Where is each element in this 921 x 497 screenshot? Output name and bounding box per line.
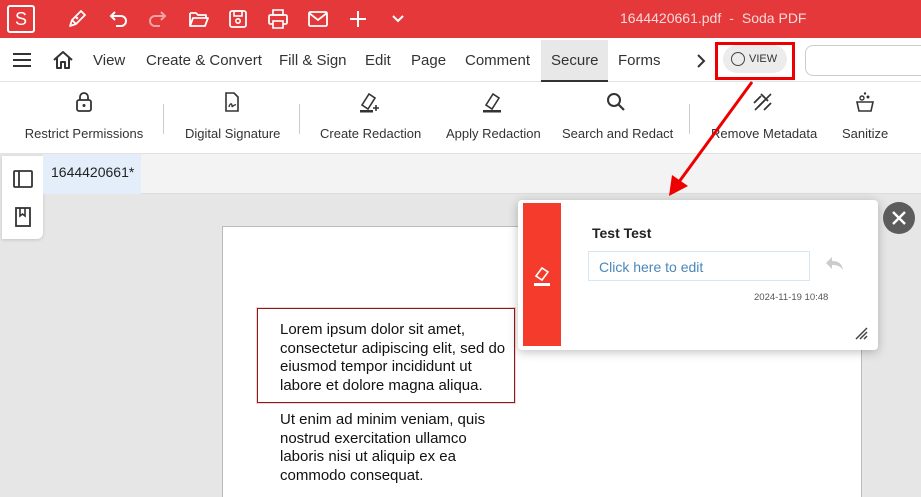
create-redaction-label: Create Redaction (320, 126, 422, 141)
comment-edit-field[interactable]: Click here to edit (588, 251, 810, 281)
menu-create-convert[interactable]: Create & Convert (146, 52, 262, 69)
apply-redaction-icon (483, 92, 501, 113)
resize-handle-icon[interactable] (854, 326, 868, 340)
close-popup-button[interactable] (883, 202, 915, 234)
ribbon-divider (163, 104, 164, 134)
signature-icon (225, 92, 239, 112)
menu-edit[interactable]: Edit (365, 52, 391, 69)
create-redaction-button[interactable]: Create Redaction (320, 90, 422, 150)
title-bar: S 1644420661.pdf - Soda PDF (0, 0, 921, 38)
app-name: Soda PDF (741, 10, 807, 26)
title-separator: - (729, 10, 734, 26)
document-tab-strip: 1644420661* (43, 154, 921, 194)
search-and-redact-button[interactable]: Search and Redact (562, 90, 674, 150)
search-icon (607, 93, 625, 111)
close-icon (892, 211, 906, 225)
chevron-right-icon[interactable] (694, 53, 708, 69)
print-icon[interactable] (265, 6, 291, 32)
window-title: 1644420661.pdf - Soda PDF (620, 10, 806, 26)
bookmark-icon[interactable] (12, 206, 34, 228)
reply-icon[interactable] (823, 252, 845, 274)
document-tab[interactable]: 1644420661* (43, 154, 141, 194)
file-name: 1644420661.pdf (620, 10, 722, 26)
sanitize-button[interactable]: Sanitize (842, 90, 888, 150)
digital-signature-button[interactable]: Digital Signature (185, 90, 281, 150)
document-paragraph-1: Lorem ipsum dolor sit amet, consectetur … (280, 321, 506, 394)
secure-ribbon: Restrict Permissions Digital Signature C… (0, 82, 921, 154)
annotation-popup: Test Test Click here to edit 2024-11-19 … (518, 200, 878, 350)
annotation-highlight-box (715, 42, 795, 80)
hamburger-icon[interactable] (12, 52, 32, 68)
sidebar-toggle-icon[interactable] (12, 168, 34, 190)
restrict-permissions-button[interactable]: Restrict Permissions (24, 90, 144, 150)
create-redaction-icon (360, 92, 379, 113)
search-input[interactable] (805, 45, 921, 76)
eraser-icon (534, 266, 550, 286)
search-and-redact-label: Search and Redact (562, 126, 674, 141)
apply-redaction-button[interactable]: Apply Redaction (446, 90, 541, 150)
menu-forms[interactable]: Forms (618, 52, 661, 69)
remove-metadata-button[interactable]: Remove Metadata (711, 90, 818, 150)
pen-icon[interactable] (64, 6, 90, 32)
digital-signature-label: Digital Signature (185, 126, 281, 141)
menu-comment[interactable]: Comment (465, 52, 530, 69)
mail-icon[interactable] (305, 6, 331, 32)
sanitize-icon (856, 92, 874, 112)
home-icon[interactable] (52, 50, 74, 70)
menu-fill-sign[interactable]: Fill & Sign (279, 52, 347, 69)
remove-metadata-label: Remove Metadata (711, 126, 818, 141)
save-icon[interactable] (225, 6, 251, 32)
sanitize-label: Sanitize (842, 126, 889, 141)
left-side-panel (2, 156, 43, 239)
redaction-stripe (523, 203, 561, 346)
menu-secure[interactable]: Secure (551, 52, 599, 69)
comment-author: Test Test (592, 225, 652, 241)
menu-page[interactable]: Page (411, 52, 446, 69)
redo-icon[interactable] (145, 6, 171, 32)
app-logo[interactable]: S (7, 5, 35, 33)
ribbon-divider (299, 104, 300, 134)
apply-redaction-label: Apply Redaction (446, 126, 541, 141)
remove-metadata-icon (752, 93, 772, 111)
restrict-permissions-label: Restrict Permissions (24, 126, 144, 141)
lock-icon (76, 92, 92, 112)
menu-view[interactable]: View (93, 52, 125, 69)
open-folder-icon[interactable] (186, 6, 212, 32)
ribbon-divider (689, 104, 690, 134)
plus-icon[interactable] (345, 6, 371, 32)
comment-timestamp: 2024-11-19 10:48 (754, 292, 829, 303)
document-paragraph-2: Ut enim ad minim veniam, quis nostrud ex… (280, 411, 486, 484)
chevron-down-icon[interactable] (385, 6, 411, 32)
undo-icon[interactable] (105, 6, 131, 32)
